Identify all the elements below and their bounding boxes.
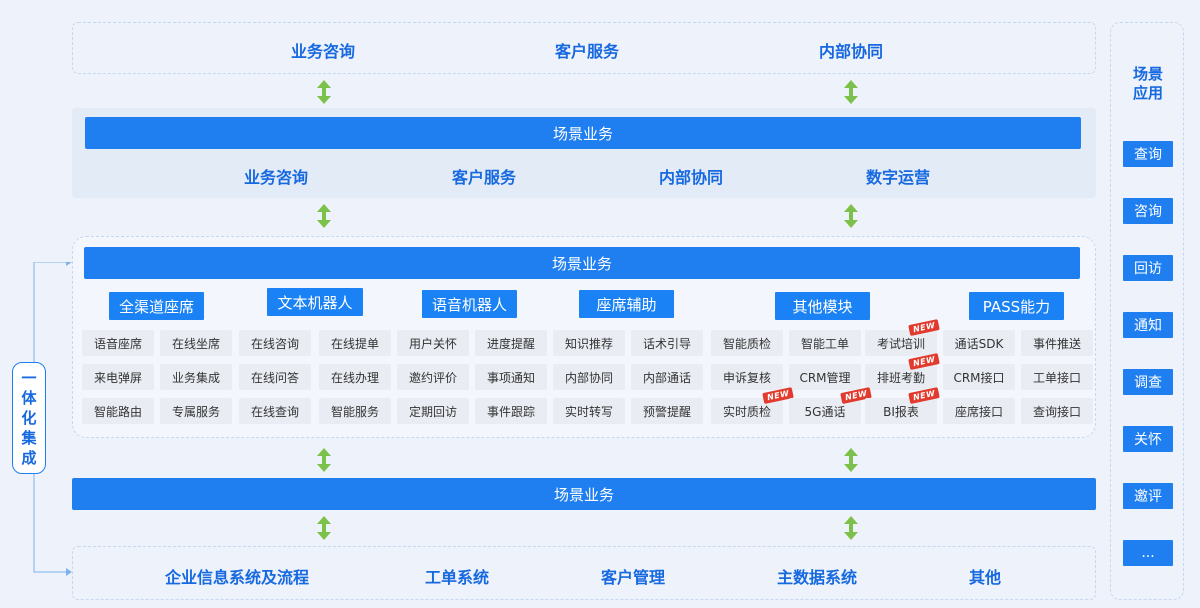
module-cell: 智能路由: [82, 398, 154, 424]
double-arrow-icon: [316, 204, 332, 228]
module-cell: 实时转写: [553, 398, 625, 424]
top-business-row: 业务咨询 客户服务 内部协同: [72, 22, 1096, 74]
bottom-item-ticket: 工单系统: [425, 568, 490, 587]
side-button-2[interactable]: 咨询: [1123, 198, 1173, 224]
module-cell: CRM接口: [943, 364, 1015, 390]
scene-item-service: 客户服务: [452, 168, 517, 187]
module-cell: 在线提单: [319, 330, 391, 356]
side-app-panel: 场景 应用 查询咨询回访通知调查关怀邀评...: [1110, 22, 1184, 600]
bottom-item-other: 其他: [969, 568, 1002, 587]
double-arrow-icon: [843, 448, 859, 472]
module-cell: 语音座席: [82, 330, 154, 356]
side-button-7[interactable]: 邀评: [1123, 483, 1173, 509]
module-cell: 邀约评价: [397, 364, 469, 390]
module-cell: 话术引导: [631, 330, 703, 356]
scene-panel-1: 场景业务 业务咨询 客户服务 内部协同 数字运营: [72, 108, 1096, 198]
bottom-system-row: 企业信息系统及流程 工单系统 客户管理 主数据系统 其他: [72, 546, 1096, 600]
module-cell: 查询接口: [1021, 398, 1093, 424]
integration-char: 成: [21, 449, 37, 467]
integration-char: 体: [21, 389, 37, 407]
module-cell: 考试培训: [865, 330, 937, 356]
scene-bar-2: 场景业务: [84, 247, 1080, 279]
bottom-item-enterprise: 企业信息系统及流程: [165, 568, 310, 587]
module-cell: 智能服务: [319, 398, 391, 424]
side-title-line: 场景: [1132, 65, 1163, 83]
module-cell: CRM管理: [789, 364, 861, 390]
side-title-line: 应用: [1132, 84, 1163, 102]
module-cell: 申诉复核: [711, 364, 783, 390]
category-voice-bot: 语音机器人: [422, 290, 517, 318]
module-cell: 定期回访: [397, 398, 469, 424]
module-cell: 在线办理: [319, 364, 391, 390]
module-cell: 在线坐席: [160, 330, 232, 356]
bottom-item-masterdata: 主数据系统: [777, 568, 858, 587]
scene-item-consult: 业务咨询: [244, 168, 309, 187]
module-cell: 通话SDK: [943, 330, 1015, 356]
top-item-collab: 内部协同: [819, 42, 884, 61]
category-text-bot: 文本机器人: [267, 288, 363, 316]
module-cell: 知识推荐: [553, 330, 625, 356]
category-other: 其他模块: [775, 292, 870, 320]
module-cell: 在线查询: [239, 398, 311, 424]
scene-bar-3: 场景业务: [72, 478, 1096, 510]
top-item-consult: 业务咨询: [291, 42, 356, 61]
module-cell: 事件推送: [1021, 330, 1093, 356]
category-omnichannel: 全渠道座席: [109, 292, 204, 320]
scene-item-collab: 内部协同: [659, 168, 724, 187]
side-title: 场景 应用: [1111, 65, 1185, 103]
integration-char: 一: [21, 369, 37, 387]
category-pass: PASS能力: [969, 292, 1064, 320]
module-cell: 事项通知: [475, 364, 547, 390]
module-cell: BI报表: [865, 398, 937, 424]
module-cell: 专属服务: [160, 398, 232, 424]
module-cell: 事件跟踪: [475, 398, 547, 424]
double-arrow-icon: [316, 80, 332, 104]
side-button-1[interactable]: 查询: [1123, 141, 1173, 167]
module-cell: 用户关怀: [397, 330, 469, 356]
double-arrow-icon: [843, 204, 859, 228]
scene-bar-1: 场景业务: [85, 117, 1081, 149]
top-item-service: 客户服务: [555, 42, 620, 61]
category-agent-assist: 座席辅助: [579, 290, 674, 318]
module-cell: 进度提醒: [475, 330, 547, 356]
module-panel: 场景业务 全渠道座席 文本机器人 语音机器人 座席辅助 其他模块 PASS能力 …: [72, 236, 1096, 438]
module-cell: 内部通话: [631, 364, 703, 390]
double-arrow-icon: [843, 516, 859, 540]
side-button-4[interactable]: 通知: [1123, 312, 1173, 338]
module-cell: 在线问答: [239, 364, 311, 390]
module-cell: 智能工单: [789, 330, 861, 356]
module-cell: 在线咨询: [239, 330, 311, 356]
integration-label: 一 体 化 集 成: [12, 362, 46, 474]
side-button-6[interactable]: 关怀: [1123, 426, 1173, 452]
double-arrow-icon: [843, 80, 859, 104]
integration-char: 集: [21, 429, 37, 447]
bottom-item-customer: 客户管理: [601, 568, 666, 587]
module-cell: 智能质检: [711, 330, 783, 356]
module-cell: 业务集成: [160, 364, 232, 390]
module-cell: 工单接口: [1021, 364, 1093, 390]
module-cell: 内部协同: [553, 364, 625, 390]
double-arrow-icon: [316, 516, 332, 540]
module-cell: 来电弹屏: [82, 364, 154, 390]
scene-item-ops: 数字运营: [866, 168, 931, 187]
integration-char: 化: [21, 409, 37, 427]
side-button-5[interactable]: 调查: [1123, 369, 1173, 395]
module-cell: 座席接口: [943, 398, 1015, 424]
double-arrow-icon: [316, 448, 332, 472]
module-cell: 排班考勤: [865, 364, 937, 390]
side-button-3[interactable]: 回访: [1123, 255, 1173, 281]
module-cell: 预警提醒: [631, 398, 703, 424]
side-button-8[interactable]: ...: [1123, 540, 1173, 566]
